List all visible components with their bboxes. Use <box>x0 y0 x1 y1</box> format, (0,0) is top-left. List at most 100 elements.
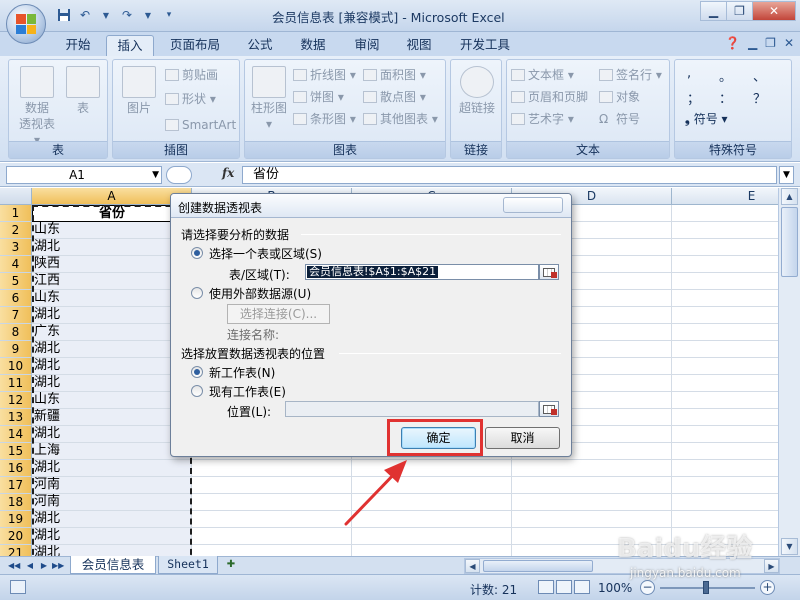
cell-province[interactable]: 江西 <box>32 273 192 290</box>
row-header[interactable]: 13 <box>0 409 32 426</box>
close-button[interactable]: ✕ <box>752 1 796 21</box>
symbol-comma[interactable]: , <box>687 66 691 81</box>
cell-province[interactable]: 湖北 <box>32 545 192 556</box>
vertical-scroll-thumb[interactable] <box>781 207 798 277</box>
help-icon[interactable]: ❓ <box>725 36 740 50</box>
cell-empty[interactable] <box>672 256 778 273</box>
cell-empty[interactable] <box>672 290 778 307</box>
cell-empty[interactable] <box>352 528 512 545</box>
cell-empty[interactable] <box>192 528 352 545</box>
zoom-level[interactable]: 100% <box>598 581 632 595</box>
horizontal-scroll-thumb[interactable] <box>483 560 593 572</box>
special-symbol-button[interactable]: ❟ 符号 ▾ <box>685 110 728 128</box>
cell-province[interactable]: 山东 <box>32 222 192 239</box>
cell-empty[interactable] <box>672 358 778 375</box>
dropdown-arrow-icon[interactable]: ▼ <box>140 7 156 23</box>
row-header[interactable]: 3 <box>0 239 32 256</box>
tab-formulas[interactable]: 公式 <box>240 35 280 56</box>
symbol-enumeration[interactable]: 、 <box>753 66 766 85</box>
cell-empty[interactable] <box>672 392 778 409</box>
row-header[interactable]: 14 <box>0 426 32 443</box>
macro-record-icon[interactable] <box>10 580 26 594</box>
symbol-question[interactable]: ？ <box>753 88 766 107</box>
cell-empty[interactable] <box>672 222 778 239</box>
cell-province[interactable]: 河南 <box>32 494 192 511</box>
cell-empty[interactable] <box>192 494 352 511</box>
radio-select-range[interactable] <box>191 247 203 259</box>
next-sheet-icon[interactable]: ▶ <box>38 559 50 572</box>
line-chart-button[interactable]: 折线图 ▾ <box>293 66 356 84</box>
cell-empty[interactable] <box>672 307 778 324</box>
first-sheet-icon[interactable]: ◀◀ <box>8 559 20 572</box>
cell-province[interactable]: 山东 <box>32 290 192 307</box>
cell-empty[interactable] <box>672 426 778 443</box>
cell-empty[interactable] <box>192 477 352 494</box>
cell-empty[interactable] <box>672 460 778 477</box>
cell-province[interactable]: 湖北 <box>32 528 192 545</box>
location-collapse-button[interactable] <box>539 401 559 417</box>
range-input[interactable]: 会员信息表!$A$1:$A$21 <box>305 264 539 280</box>
radio-existing-worksheet[interactable] <box>191 385 203 397</box>
redo-icon[interactable]: ↷ <box>119 7 135 23</box>
cell-empty[interactable] <box>352 545 512 556</box>
customize-qat-icon[interactable]: ▾ <box>161 7 177 23</box>
row-header[interactable]: 10 <box>0 358 32 375</box>
cell-province[interactable]: 湖北 <box>32 375 192 392</box>
cell-empty[interactable] <box>672 494 778 511</box>
page-break-view-icon[interactable] <box>574 580 590 594</box>
scroll-down-icon[interactable]: ▼ <box>781 538 798 555</box>
cell-province[interactable]: 湖北 <box>32 341 192 358</box>
dropdown-arrow-icon[interactable]: ▼ <box>98 7 114 23</box>
row-header[interactable]: 8 <box>0 324 32 341</box>
pie-chart-button[interactable]: 饼图 ▾ <box>293 88 344 106</box>
expand-formula-bar-icon[interactable]: ▼ <box>779 166 794 184</box>
cell-province[interactable]: 新疆 <box>32 409 192 426</box>
cell-province[interactable]: 广东 <box>32 324 192 341</box>
cell-province[interactable]: 湖北 <box>32 358 192 375</box>
cell-empty[interactable] <box>672 341 778 358</box>
tab-data[interactable]: 数据 <box>292 35 334 56</box>
cell-empty[interactable] <box>192 511 352 528</box>
cell-province[interactable]: 山东 <box>32 392 192 409</box>
object-button[interactable]: 对象 <box>599 88 640 106</box>
scroll-right-icon[interactable]: ▶ <box>764 559 779 573</box>
ribbon-restore-icon[interactable]: ❐ <box>765 36 776 50</box>
prev-sheet-icon[interactable]: ◀ <box>24 559 36 572</box>
wordart-button[interactable]: 艺术字 ▾ <box>511 110 574 128</box>
dialog-title-buttons[interactable] <box>503 197 563 213</box>
cell-empty[interactable] <box>512 477 672 494</box>
cell-province[interactable]: 湖北 <box>32 511 192 528</box>
table-button[interactable]: 表 <box>61 66 105 116</box>
maximize-button[interactable]: ❐ <box>726 1 753 21</box>
row-header[interactable]: 18 <box>0 494 32 511</box>
zoom-slider-thumb[interactable] <box>703 581 709 594</box>
insert-function-icon[interactable]: fx <box>222 166 234 180</box>
cell-province[interactable]: 湖北 <box>32 239 192 256</box>
tab-insert[interactable]: 插入 <box>106 35 154 56</box>
undo-icon[interactable]: ↶ <box>77 7 93 23</box>
scroll-up-icon[interactable]: ▲ <box>781 188 798 205</box>
row-header[interactable]: 20 <box>0 528 32 545</box>
pivot-table-button[interactable]: 数据 透视表 ▾ <box>15 66 59 148</box>
row-header[interactable]: 1 <box>0 205 32 222</box>
cell-empty[interactable] <box>512 460 672 477</box>
cell-empty[interactable] <box>352 477 512 494</box>
select-all-corner[interactable] <box>0 188 32 205</box>
symbol-colon[interactable]: ： <box>719 88 732 107</box>
cell-province[interactable]: 上海 <box>32 443 192 460</box>
cancel-button[interactable]: 取消 <box>485 427 560 449</box>
office-button[interactable] <box>6 4 46 44</box>
row-header[interactable]: 17 <box>0 477 32 494</box>
area-chart-button[interactable]: 面积图 ▾ <box>363 66 426 84</box>
cell-province[interactable]: 湖北 <box>32 460 192 477</box>
cell-empty[interactable] <box>192 460 352 477</box>
cell-empty[interactable] <box>672 375 778 392</box>
dropdown-arrow-icon[interactable]: ▼ <box>152 167 159 183</box>
column-header-a[interactable]: A <box>32 188 192 205</box>
formula-input[interactable]: 省份 <box>242 166 777 184</box>
cell-empty[interactable] <box>672 443 778 460</box>
location-input[interactable] <box>285 401 539 417</box>
row-header[interactable]: 19 <box>0 511 32 528</box>
row-header[interactable]: 7 <box>0 307 32 324</box>
row-header[interactable]: 4 <box>0 256 32 273</box>
